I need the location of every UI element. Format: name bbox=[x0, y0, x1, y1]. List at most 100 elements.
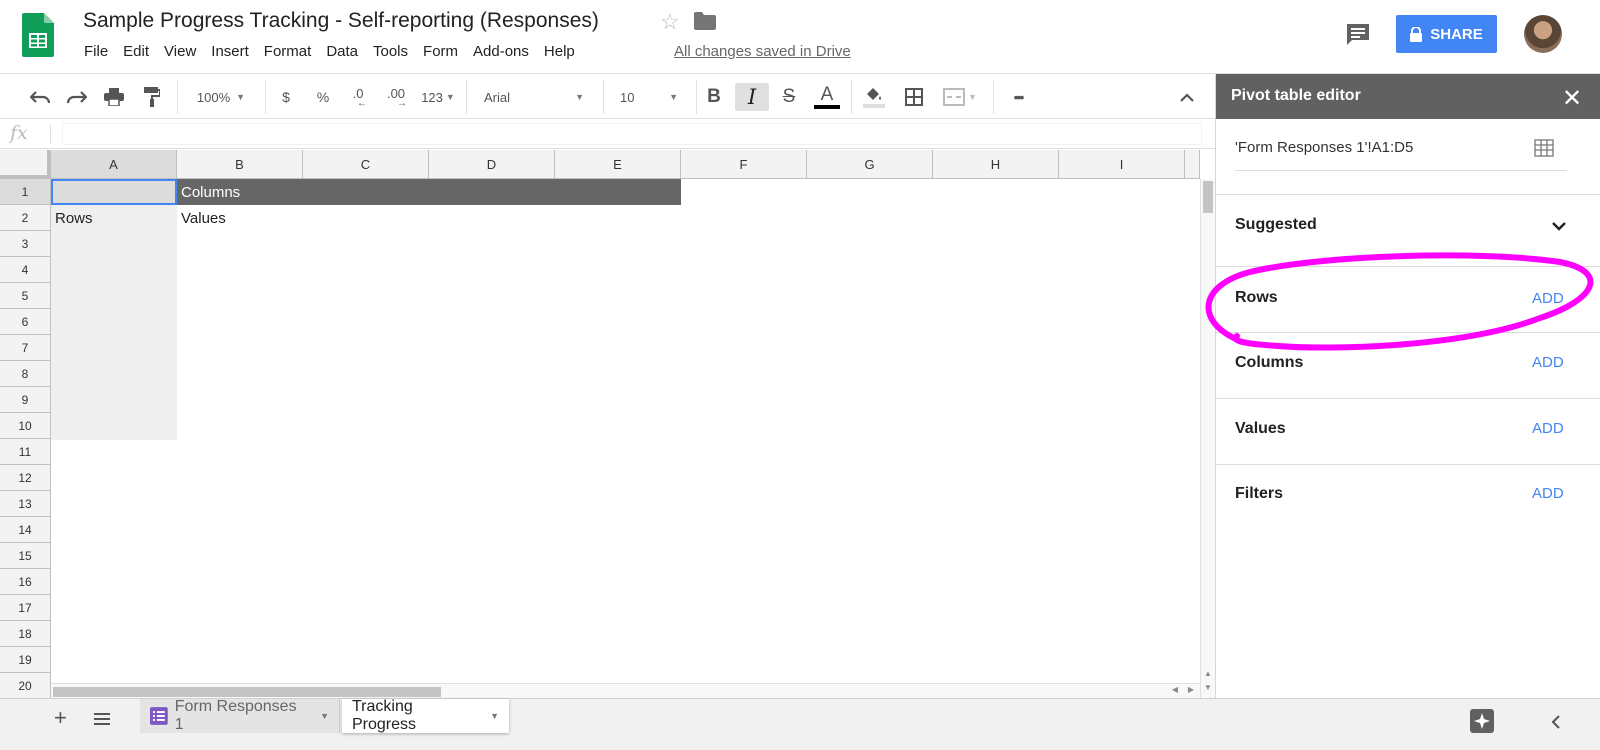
google-sheets-icon[interactable] bbox=[22, 13, 54, 57]
undo-icon[interactable] bbox=[26, 83, 54, 111]
font-size-select[interactable]: 10 ▼ bbox=[614, 83, 684, 111]
menu-view[interactable]: View bbox=[164, 43, 196, 60]
column-header-a[interactable]: A bbox=[51, 150, 177, 179]
borders-icon[interactable] bbox=[900, 83, 928, 111]
font-family-select[interactable]: Arial ▼ bbox=[478, 83, 590, 111]
column-header-e[interactable]: E bbox=[555, 150, 681, 179]
avatar[interactable] bbox=[1524, 15, 1562, 53]
row-header-15[interactable]: 15 bbox=[0, 543, 51, 569]
fill-color-icon[interactable] bbox=[860, 83, 888, 111]
formula-input[interactable] bbox=[62, 123, 1202, 145]
cell-a2[interactable]: Rows bbox=[51, 205, 177, 231]
save-status-link[interactable]: All changes saved in Drive bbox=[674, 43, 851, 60]
increase-decimal-button[interactable]: .00 → bbox=[380, 83, 412, 111]
row-header-5[interactable]: 5 bbox=[0, 283, 51, 309]
row-header-20[interactable]: 20 bbox=[0, 673, 51, 698]
chevron-up-icon[interactable] bbox=[1175, 83, 1199, 111]
folder-icon[interactable] bbox=[694, 12, 716, 30]
row-header-16[interactable]: 16 bbox=[0, 569, 51, 595]
print-icon[interactable] bbox=[100, 83, 128, 111]
toolbar: 100% ▼ $ % .0 ← .00 → 123 ▼ Arial ▼ 10 ▼ B I… bbox=[0, 74, 1215, 119]
decrease-decimal-button[interactable]: .0 ← bbox=[344, 83, 372, 111]
row-header-1[interactable]: 1 bbox=[0, 179, 51, 205]
row-header-18[interactable]: 18 bbox=[0, 621, 51, 647]
select-all-corner[interactable] bbox=[0, 150, 51, 179]
grid-icon[interactable] bbox=[1534, 139, 1554, 157]
row-header-17[interactable]: 17 bbox=[0, 595, 51, 621]
menu-edit[interactable]: Edit bbox=[123, 43, 149, 60]
vertical-scrollbar[interactable]: ▲ ▼ bbox=[1200, 179, 1215, 698]
suggested-section[interactable]: Suggested bbox=[1216, 194, 1600, 266]
row-header-19[interactable]: 19 bbox=[0, 647, 51, 673]
list-icon[interactable] bbox=[94, 713, 110, 725]
more-formats-select[interactable]: 123 ▼ bbox=[418, 83, 458, 111]
vertical-scroll-thumb[interactable] bbox=[1203, 181, 1213, 213]
row-header-12[interactable]: 12 bbox=[0, 465, 51, 491]
sheet-tab-tracking-progress[interactable]: Tracking Progress ▼ bbox=[342, 698, 509, 733]
currency-format-button[interactable]: $ bbox=[273, 83, 299, 111]
menu-form[interactable]: Form bbox=[423, 43, 458, 60]
document-title[interactable]: Sample Progress Tracking - Self-reportin… bbox=[83, 9, 599, 33]
row-header-6[interactable]: 6 bbox=[0, 309, 51, 335]
column-header-f[interactable]: F bbox=[681, 150, 807, 179]
share-button[interactable]: SHARE bbox=[1396, 15, 1497, 53]
redo-icon[interactable] bbox=[63, 83, 91, 111]
plus-icon[interactable]: + bbox=[54, 705, 67, 731]
horizontal-scrollbar[interactable]: ◀ ▶ bbox=[51, 683, 1200, 698]
star-icon[interactable]: ☆ bbox=[660, 9, 680, 35]
row-header-9[interactable]: 9 bbox=[0, 387, 51, 413]
data-range-field[interactable]: 'Form Responses 1'!A1:D5 bbox=[1235, 139, 1413, 156]
scroll-left-icon[interactable]: ◀ bbox=[1172, 685, 1178, 694]
scroll-right-icon[interactable]: ▶ bbox=[1188, 685, 1194, 694]
cell-b1[interactable]: Columns bbox=[177, 179, 681, 205]
paint-format-icon[interactable] bbox=[138, 83, 166, 111]
column-header-i[interactable]: I bbox=[1059, 150, 1185, 179]
menu-insert[interactable]: Insert bbox=[211, 43, 249, 60]
row-header-10[interactable]: 10 bbox=[0, 413, 51, 439]
menu-file[interactable]: File bbox=[84, 43, 108, 60]
text-color-button[interactable]: A bbox=[813, 83, 841, 111]
close-icon[interactable]: ✕ bbox=[1562, 84, 1582, 113]
row-header-7[interactable]: 7 bbox=[0, 335, 51, 361]
dropdown-arrow-icon[interactable]: ▼ bbox=[490, 711, 499, 721]
column-header-c[interactable]: C bbox=[303, 150, 429, 179]
explore-icon[interactable] bbox=[1470, 709, 1494, 733]
menu-data[interactable]: Data bbox=[326, 43, 358, 60]
column-header-b[interactable]: B bbox=[177, 150, 303, 179]
merge-cells-icon[interactable]: ▼ bbox=[938, 83, 982, 111]
more-options-button[interactable]: ••• bbox=[1003, 83, 1033, 111]
strikethrough-button[interactable]: S bbox=[775, 83, 803, 111]
columns-add-button[interactable]: ADD bbox=[1532, 354, 1564, 371]
scroll-down-icon[interactable]: ▼ bbox=[1204, 683, 1212, 692]
chevron-down-icon[interactable] bbox=[1551, 220, 1567, 232]
column-header-g[interactable]: G bbox=[807, 150, 933, 179]
values-add-button[interactable]: ADD bbox=[1532, 420, 1564, 437]
horizontal-scroll-thumb[interactable] bbox=[53, 687, 441, 697]
rows-add-button[interactable]: ADD bbox=[1532, 290, 1564, 307]
row-header-11[interactable]: 11 bbox=[0, 439, 51, 465]
italic-button[interactable]: I bbox=[735, 83, 769, 111]
bold-button[interactable]: B bbox=[700, 83, 728, 111]
row-header-8[interactable]: 8 bbox=[0, 361, 51, 387]
comment-icon[interactable] bbox=[1345, 22, 1371, 48]
selected-cell-a1[interactable] bbox=[51, 179, 177, 205]
row-header-4[interactable]: 4 bbox=[0, 257, 51, 283]
menu-add-ons[interactable]: Add-ons bbox=[473, 43, 529, 60]
scroll-up-icon[interactable]: ▲ bbox=[1204, 669, 1212, 678]
menu-tools[interactable]: Tools bbox=[373, 43, 408, 60]
sheet-tab-form-responses[interactable]: Form Responses 1 ▼ bbox=[140, 698, 340, 733]
percent-format-button[interactable]: % bbox=[309, 83, 337, 111]
menu-help[interactable]: Help bbox=[544, 43, 575, 60]
zoom-select[interactable]: 100% ▼ bbox=[186, 83, 256, 111]
filters-add-button[interactable]: ADD bbox=[1532, 485, 1564, 502]
menu-format[interactable]: Format bbox=[264, 43, 312, 60]
row-header-2[interactable]: 2 bbox=[0, 205, 51, 231]
cell-b2[interactable]: Values bbox=[177, 205, 303, 231]
column-header-d[interactable]: D bbox=[429, 150, 555, 179]
row-header-3[interactable]: 3 bbox=[0, 231, 51, 257]
row-header-13[interactable]: 13 bbox=[0, 491, 51, 517]
dropdown-arrow-icon[interactable]: ▼ bbox=[320, 711, 329, 721]
row-header-14[interactable]: 14 bbox=[0, 517, 51, 543]
chevron-left-icon[interactable] bbox=[1551, 715, 1560, 729]
column-header-h[interactable]: H bbox=[933, 150, 1059, 179]
